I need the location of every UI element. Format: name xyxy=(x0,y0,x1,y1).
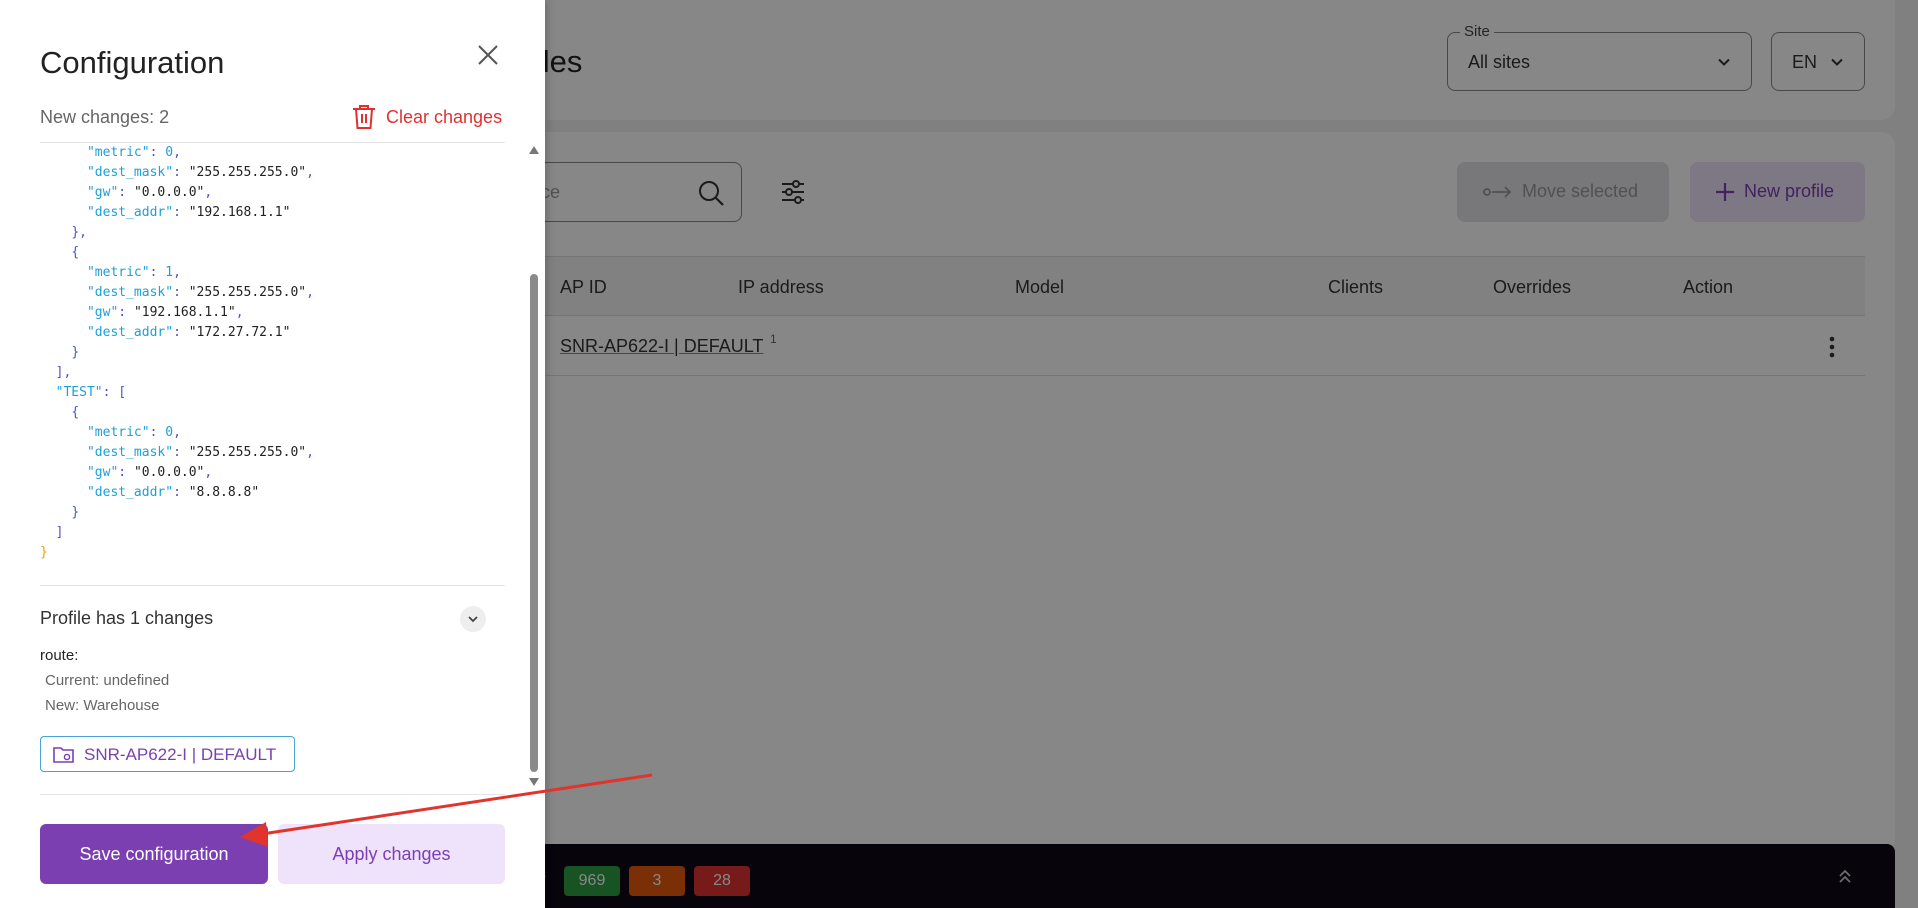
json-line: "dest_mask": "255.255.255.0", xyxy=(86,165,314,180)
json-line: "metric": 0, xyxy=(86,145,181,160)
divider xyxy=(40,794,505,795)
json-line: "gw": "0.0.0.0", xyxy=(86,185,213,200)
json-line: "dest_mask": "255.255.255.0", xyxy=(86,445,314,460)
json-line: { xyxy=(71,245,80,260)
json-line: "dest_addr": "8.8.8.8" xyxy=(86,485,260,500)
json-line: "metric": 1, xyxy=(86,265,181,280)
drawer-title: Configuration xyxy=(40,45,225,80)
scroll-up-arrow-icon[interactable] xyxy=(529,146,539,154)
profile-chip[interactable]: SNR-AP622-I | DEFAULT xyxy=(40,736,295,772)
apply-changes-label: Apply changes xyxy=(332,844,451,864)
new-value: New: Warehouse xyxy=(45,697,160,714)
expand-toggle[interactable] xyxy=(460,606,486,632)
json-line: "dest_addr": "192.168.1.1" xyxy=(86,205,291,220)
json-line: "gw": "192.168.1.1", xyxy=(86,305,244,320)
json-line: "TEST": [ xyxy=(55,385,127,400)
save-configuration-label: Save configuration xyxy=(79,844,229,864)
json-diff-viewer[interactable]: "metric": 0, "dest_mask": "255.255.255.0… xyxy=(40,143,480,573)
current-value: Current: undefined xyxy=(45,672,170,689)
json-line: ] xyxy=(55,525,64,540)
scroll-down-arrow-icon[interactable] xyxy=(529,778,539,786)
new-changes-count: New changes: 2 xyxy=(40,107,170,127)
json-line: ], xyxy=(55,365,72,380)
json-line: } xyxy=(40,545,48,560)
scrollbar-thumb[interactable] xyxy=(530,274,538,772)
trash-icon xyxy=(353,105,375,129)
close-icon[interactable] xyxy=(477,44,499,66)
json-line: } xyxy=(71,505,80,520)
divider xyxy=(40,585,505,586)
clear-changes-label: Clear changes xyxy=(386,107,503,127)
json-line: { xyxy=(71,405,80,420)
json-line: "metric": 0, xyxy=(86,425,181,440)
save-configuration-button[interactable]: Save configuration xyxy=(40,824,268,884)
profile-chip-label: SNR-AP622-I | DEFAULT xyxy=(84,745,277,764)
apply-changes-button[interactable]: Apply changes xyxy=(278,824,505,884)
json-line: "dest_mask": "255.255.255.0", xyxy=(86,285,314,300)
json-line: } xyxy=(71,345,80,360)
scrollbar[interactable] xyxy=(527,146,541,786)
json-line: "gw": "0.0.0.0", xyxy=(86,465,213,480)
json-line: "dest_addr": "172.27.72.1" xyxy=(86,325,291,340)
route-label: route: xyxy=(40,647,79,664)
folder-settings-icon xyxy=(53,747,74,763)
profile-changes-title: Profile has 1 changes xyxy=(40,608,214,628)
configuration-drawer: Configuration New changes: 2 Clear chang… xyxy=(0,0,545,908)
chevron-down-icon xyxy=(468,616,478,623)
json-line: }, xyxy=(71,225,87,240)
